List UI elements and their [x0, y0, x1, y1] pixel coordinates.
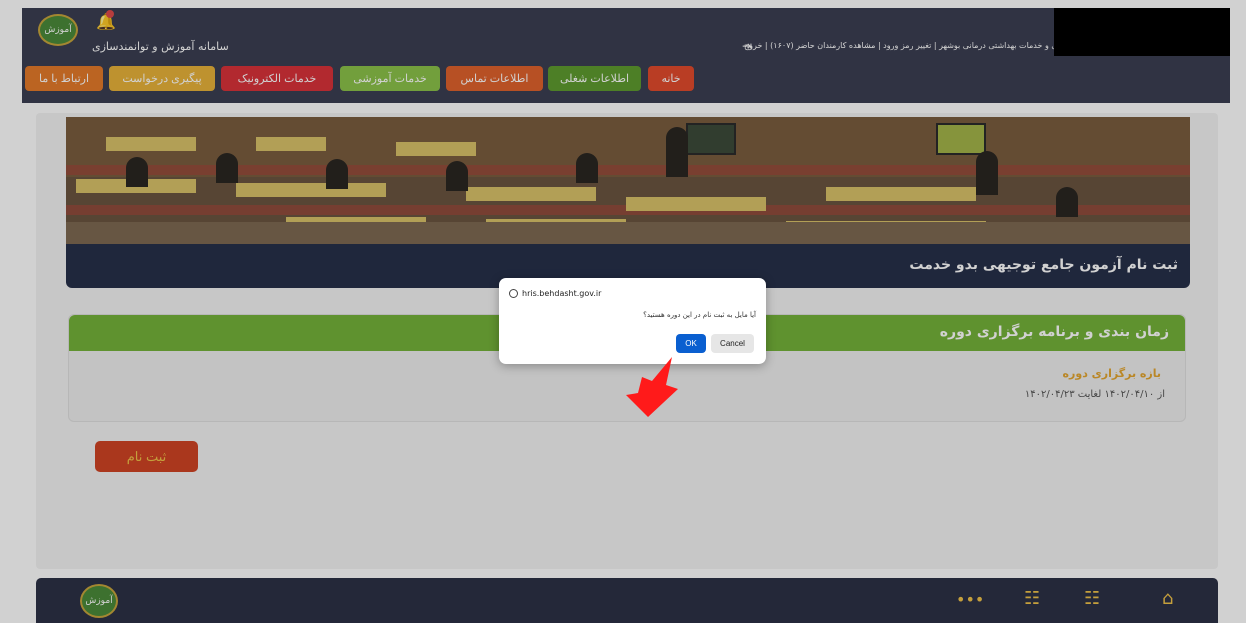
- globe-icon: [509, 289, 518, 298]
- dialog-message: آیا مایل به ثبت نام در این دوره هستید؟: [643, 311, 756, 319]
- cancel-button[interactable]: Cancel: [711, 334, 754, 353]
- ok-button[interactable]: OK: [676, 334, 706, 353]
- confirm-dialog: hris.behdasht.gov.ir آیا مایل به ثبت نام…: [499, 278, 766, 364]
- dialog-origin: hris.behdasht.gov.ir: [509, 289, 601, 298]
- pointer-arrow-icon: [626, 357, 678, 417]
- dialog-origin-text: hris.behdasht.gov.ir: [522, 289, 602, 298]
